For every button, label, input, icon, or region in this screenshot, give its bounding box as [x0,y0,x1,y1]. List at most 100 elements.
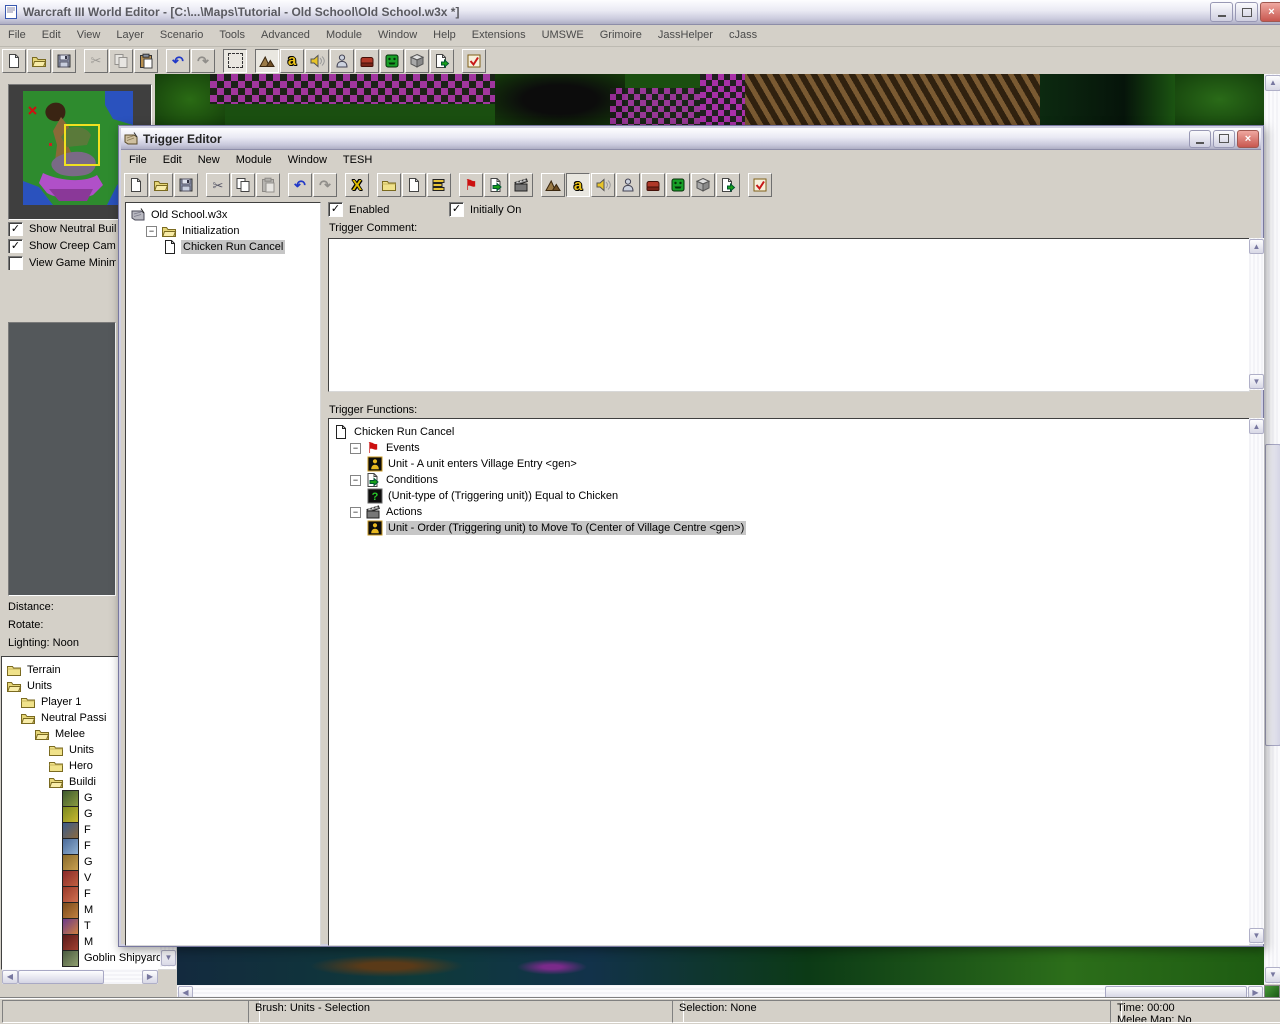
close-button[interactable]: × [1260,2,1280,22]
new-document-button[interactable] [124,173,148,197]
palette-row[interactable]: M [62,933,95,951]
palette-row[interactable]: Hero [48,758,95,774]
te-menu-edit[interactable]: Edit [155,151,190,169]
campaign-editor-button[interactable] [355,48,379,73]
te-menu-module[interactable]: Module [228,151,280,169]
test-map-button[interactable] [748,173,772,197]
terrain-editor-button[interactable] [255,48,279,73]
object-editor-button[interactable] [616,173,640,197]
new-action-button[interactable] [509,173,533,197]
object-editor-button[interactable] [330,48,354,73]
tree-expander[interactable]: − [146,225,157,237]
te-close-button[interactable]: × [1237,129,1259,148]
ai-editor-button[interactable] [380,48,404,73]
palette-hscroll-thumb[interactable] [18,970,104,984]
map-scroll-down-button[interactable]: ▼ [1265,967,1280,983]
menu-advanced[interactable]: Advanced [253,26,318,44]
trigger-comment-input[interactable] [328,238,1250,392]
menu-window[interactable]: Window [370,26,425,44]
new-document-button[interactable] [2,48,26,73]
trigger-function-row[interactable]: Unit - Order (Triggering unit) to Move T… [367,520,747,536]
trigger-tree-row[interactable]: Chicken Run Cancel [162,239,286,255]
copy-button[interactable] [109,48,133,73]
tree-expander[interactable]: − [350,474,361,486]
trigger-function-row[interactable]: − ⚑ Events [350,440,422,456]
trigger-function-row[interactable]: − Conditions [350,472,440,488]
open-map-button[interactable] [27,48,51,73]
te-menu-file[interactable]: File [121,151,155,169]
minimap-option-2[interactable]: View Game Minima [8,256,116,270]
enabled-checkbox[interactable]: ✓ Enabled [328,202,389,217]
trigger-function-row[interactable]: − Actions [350,504,424,520]
comment-scroll-down-button[interactable]: ▼ [1249,374,1264,389]
trigger-editor-button[interactable]: a [280,48,304,73]
palette-row[interactable]: Player 1 [20,694,83,710]
menu-cjass[interactable]: cJass [721,26,765,44]
menu-module[interactable]: Module [318,26,370,44]
menu-layer[interactable]: Layer [108,26,152,44]
test-map-button[interactable] [462,48,486,73]
redo-button[interactable]: ↷ [313,173,337,197]
map-vscroll-thumb[interactable] [1265,444,1280,746]
minimize-button[interactable] [1210,2,1233,22]
palette-row[interactable]: Melee [34,726,87,742]
checkbox-box[interactable] [8,256,23,270]
te-maximize-button[interactable] [1213,129,1235,148]
checkbox-box[interactable]: ✓ [8,222,23,236]
import-manager-button[interactable] [430,48,454,73]
menu-file[interactable]: File [0,26,34,44]
palette-row[interactable]: Terrain [6,662,63,678]
save-map-button[interactable] [52,48,76,73]
restore-button[interactable] [1235,2,1258,22]
menu-umswe[interactable]: UMSWE [534,26,592,44]
minimap-option-1[interactable]: ✓ Show Creep Camp [8,239,116,253]
sound-editor-button[interactable] [305,48,329,73]
palette-row[interactable]: Units [48,742,96,758]
open-button[interactable] [149,173,173,197]
map-view-bottom[interactable] [177,947,1264,985]
enabled-checkbox-box[interactable]: ✓ [328,202,343,217]
new-category-button[interactable] [377,173,401,197]
cut-button[interactable]: ✂ [206,173,230,197]
te-menu-tesh[interactable]: TESH [335,151,380,169]
te-menu-window[interactable]: Window [280,151,335,169]
palette-row[interactable]: F [62,837,93,855]
menu-scenario[interactable]: Scenario [152,26,211,44]
palette-row[interactable]: G [62,805,95,823]
redo-button[interactable]: ↷ [191,48,215,73]
object-manager-button[interactable] [691,173,715,197]
te-menu-new[interactable]: New [190,151,228,169]
palette-row[interactable]: Neutral Passi [20,710,108,726]
paste-button[interactable] [256,173,280,197]
palette-row[interactable]: Units [6,678,54,694]
menu-view[interactable]: View [69,26,109,44]
palette-row[interactable]: Goblin Shipyard [62,949,164,967]
initially-on-checkbox[interactable]: ✓ Initially On [449,202,521,217]
trigger-tree-row[interactable]: − Initialization [146,223,241,239]
undo-button[interactable]: ↶ [166,48,190,73]
map-view-top[interactable] [155,74,1264,125]
object-manager-button[interactable] [405,48,429,73]
campaign-editor-button[interactable] [641,173,665,197]
menu-extensions[interactable]: Extensions [464,26,534,44]
palette-row[interactable]: V [62,869,93,887]
palette-row[interactable]: G [62,789,95,807]
selection-tool-button[interactable] [223,48,247,73]
palette-row[interactable]: F [62,885,93,903]
ai-editor-button[interactable] [666,173,690,197]
trigger-function-row[interactable]: Unit - A unit enters Village Entry <gen> [367,456,579,472]
initially-on-checkbox-box[interactable]: ✓ [449,202,464,217]
minimap-option-0[interactable]: ✓ Show Neutral Build [8,222,116,236]
copy-button[interactable] [231,173,255,197]
menu-help[interactable]: Help [425,26,464,44]
new-event-button[interactable]: ⚑ [459,173,483,197]
palette-scroll-left-button[interactable]: ◀ [2,970,18,984]
delete-trigger-button[interactable]: X [345,173,369,197]
palette-scroll-down-button[interactable]: ▼ [161,950,176,966]
palette-row[interactable]: F [62,821,93,839]
trigger-editor-button[interactable]: a [566,173,590,197]
cut-button[interactable]: ✂ [84,48,108,73]
new-comment-button[interactable] [427,173,451,197]
te-minimize-button[interactable] [1189,129,1211,148]
sound-editor-button[interactable] [591,173,615,197]
